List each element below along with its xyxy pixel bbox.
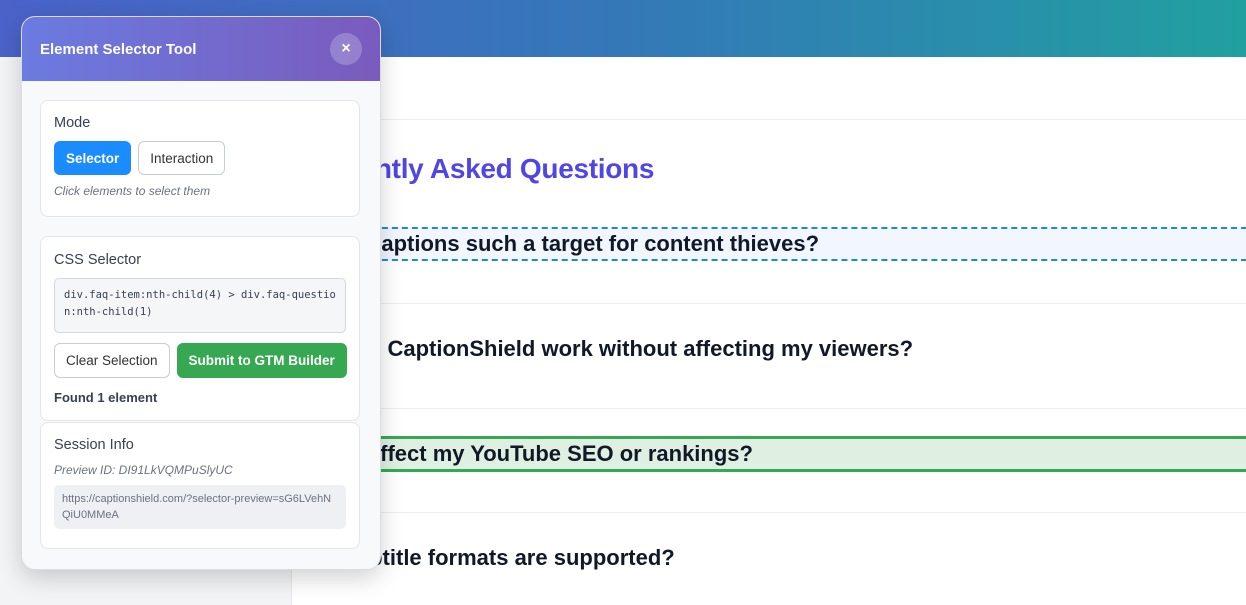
session-info-card: Session Info Preview ID: DI91LkVQMPuSlyU… — [40, 422, 360, 549]
selector-mode-button[interactable]: Selector — [54, 141, 132, 175]
preview-url[interactable]: https://captionshield.com/?selector-prev… — [54, 485, 346, 529]
faq-question[interactable]: t subtitle formats are supported? — [292, 541, 1246, 575]
preview-id: Preview ID: DI91LkVQMPuSlyUC — [54, 463, 233, 477]
close-icon[interactable]: × — [330, 33, 362, 65]
mode-title: Mode — [54, 115, 91, 131]
interaction-mode-button[interactable]: Interaction — [138, 141, 226, 175]
section-divider — [292, 119, 1246, 120]
css-selector-value[interactable]: div.faq-item:nth-child(4) > div.faq-ques… — [54, 278, 346, 333]
clear-selection-button[interactable]: Clear Selection — [54, 343, 170, 378]
element-selector-panel: Element Selector Tool × Mode Selector In… — [21, 16, 381, 570]
panel-title: Element Selector Tool — [40, 40, 197, 58]
faq-divider — [292, 512, 1246, 513]
mode-hint: Click elements to select them — [54, 184, 211, 198]
mode-card: Mode Selector Interaction Click elements… — [40, 100, 360, 217]
css-selector-card: CSS Selector div.faq-item:nth-child(4) >… — [40, 236, 360, 421]
faq-divider — [292, 303, 1246, 304]
panel-header[interactable]: Element Selector Tool × — [22, 17, 380, 81]
faq-question-hovered[interactable]: are captions such a target for content t… — [292, 227, 1246, 261]
found-count: Found 1 element — [54, 390, 158, 405]
faq-question-selected[interactable]: his affect my YouTube SEO or rankings? — [292, 436, 1246, 472]
page-content: quently Asked Questions are captions suc… — [291, 57, 1246, 605]
faq-question[interactable]: does CaptionShield work without affectin… — [292, 332, 1246, 366]
css-selector-title: CSS Selector — [54, 252, 142, 268]
submit-gtm-button[interactable]: Submit to GTM Builder — [176, 343, 347, 378]
faq-divider — [292, 408, 1246, 409]
session-info-title: Session Info — [54, 437, 134, 453]
